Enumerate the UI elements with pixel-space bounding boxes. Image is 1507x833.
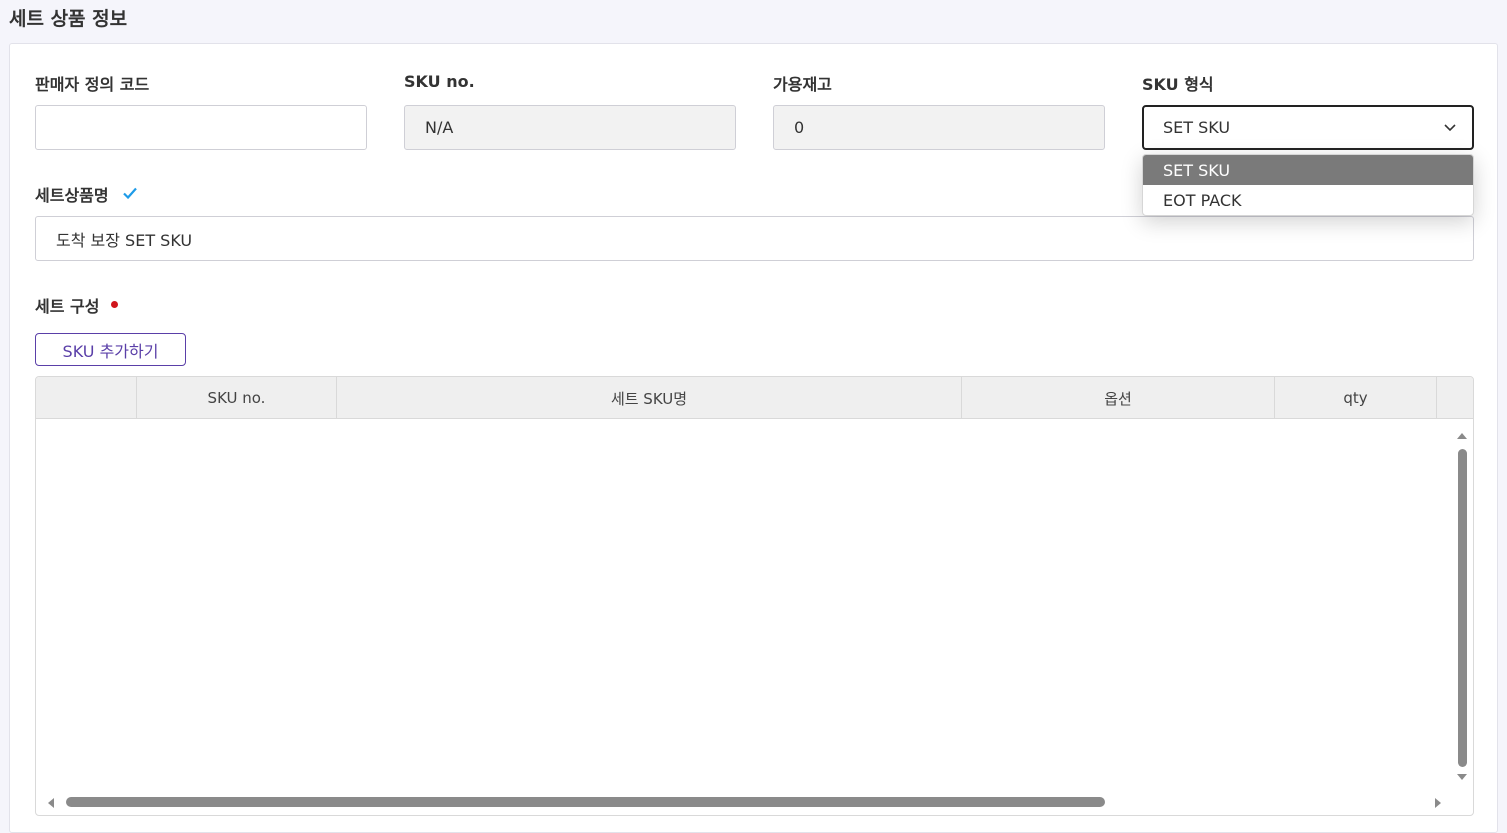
- available-stock-label: 가용재고: [773, 75, 832, 94]
- required-indicator: [111, 301, 118, 308]
- column-header-extra: [1437, 377, 1473, 419]
- set-composition-label: 세트 구성: [35, 297, 100, 316]
- sku-type-option-eot-pack[interactable]: EOT PACK: [1143, 185, 1473, 215]
- seller-code-label: 판매자 정의 코드: [35, 75, 150, 94]
- column-header-set-sku-name[interactable]: 세트 SKU명: [337, 377, 962, 419]
- sku-type-selected-value: SET SKU: [1163, 118, 1231, 137]
- seller-code-input[interactable]: [35, 105, 367, 150]
- sku-type-label: SKU 형식: [1142, 75, 1214, 94]
- sku-type-option-set-sku[interactable]: SET SKU: [1143, 155, 1473, 185]
- chevron-down-icon: [1444, 124, 1456, 132]
- column-header-select: [36, 377, 137, 419]
- available-stock-field: 0: [773, 105, 1105, 150]
- set-name-input[interactable]: 도착 보장 SET SKU: [35, 216, 1474, 261]
- page-title: 세트 상품 정보: [9, 8, 128, 30]
- column-header-qty[interactable]: qty: [1275, 377, 1437, 419]
- sku-type-dropdown-menu: SET SKU EOT PACK: [1142, 154, 1474, 216]
- vertical-scrollbar-thumb[interactable]: [1458, 449, 1467, 767]
- sku-no-field: N/A: [404, 105, 736, 150]
- column-header-option[interactable]: 옵션: [962, 377, 1275, 419]
- scroll-right-arrow-icon[interactable]: [1432, 797, 1444, 809]
- scroll-left-arrow-icon[interactable]: [45, 797, 57, 809]
- add-sku-button[interactable]: SKU 추가하기: [35, 333, 186, 366]
- column-header-sku-no[interactable]: SKU no.: [137, 377, 337, 419]
- check-icon: [123, 187, 137, 200]
- set-product-info-card: 판매자 정의 코드 SKU no. 가용재고 SKU 형식 N/A 0 SET …: [9, 43, 1498, 833]
- sku-type-select[interactable]: SET SKU: [1142, 105, 1474, 150]
- sku-no-label: SKU no.: [404, 72, 475, 91]
- horizontal-scrollbar-thumb[interactable]: [66, 797, 1105, 807]
- sku-table: SKU no. 세트 SKU명 옵션 qty: [35, 376, 1474, 816]
- scroll-down-arrow-icon[interactable]: [1456, 772, 1468, 784]
- set-name-label: 세트상품명: [35, 186, 109, 205]
- vertical-scrollbar[interactable]: [1455, 429, 1469, 791]
- table-header: SKU no. 세트 SKU명 옵션 qty: [36, 377, 1473, 419]
